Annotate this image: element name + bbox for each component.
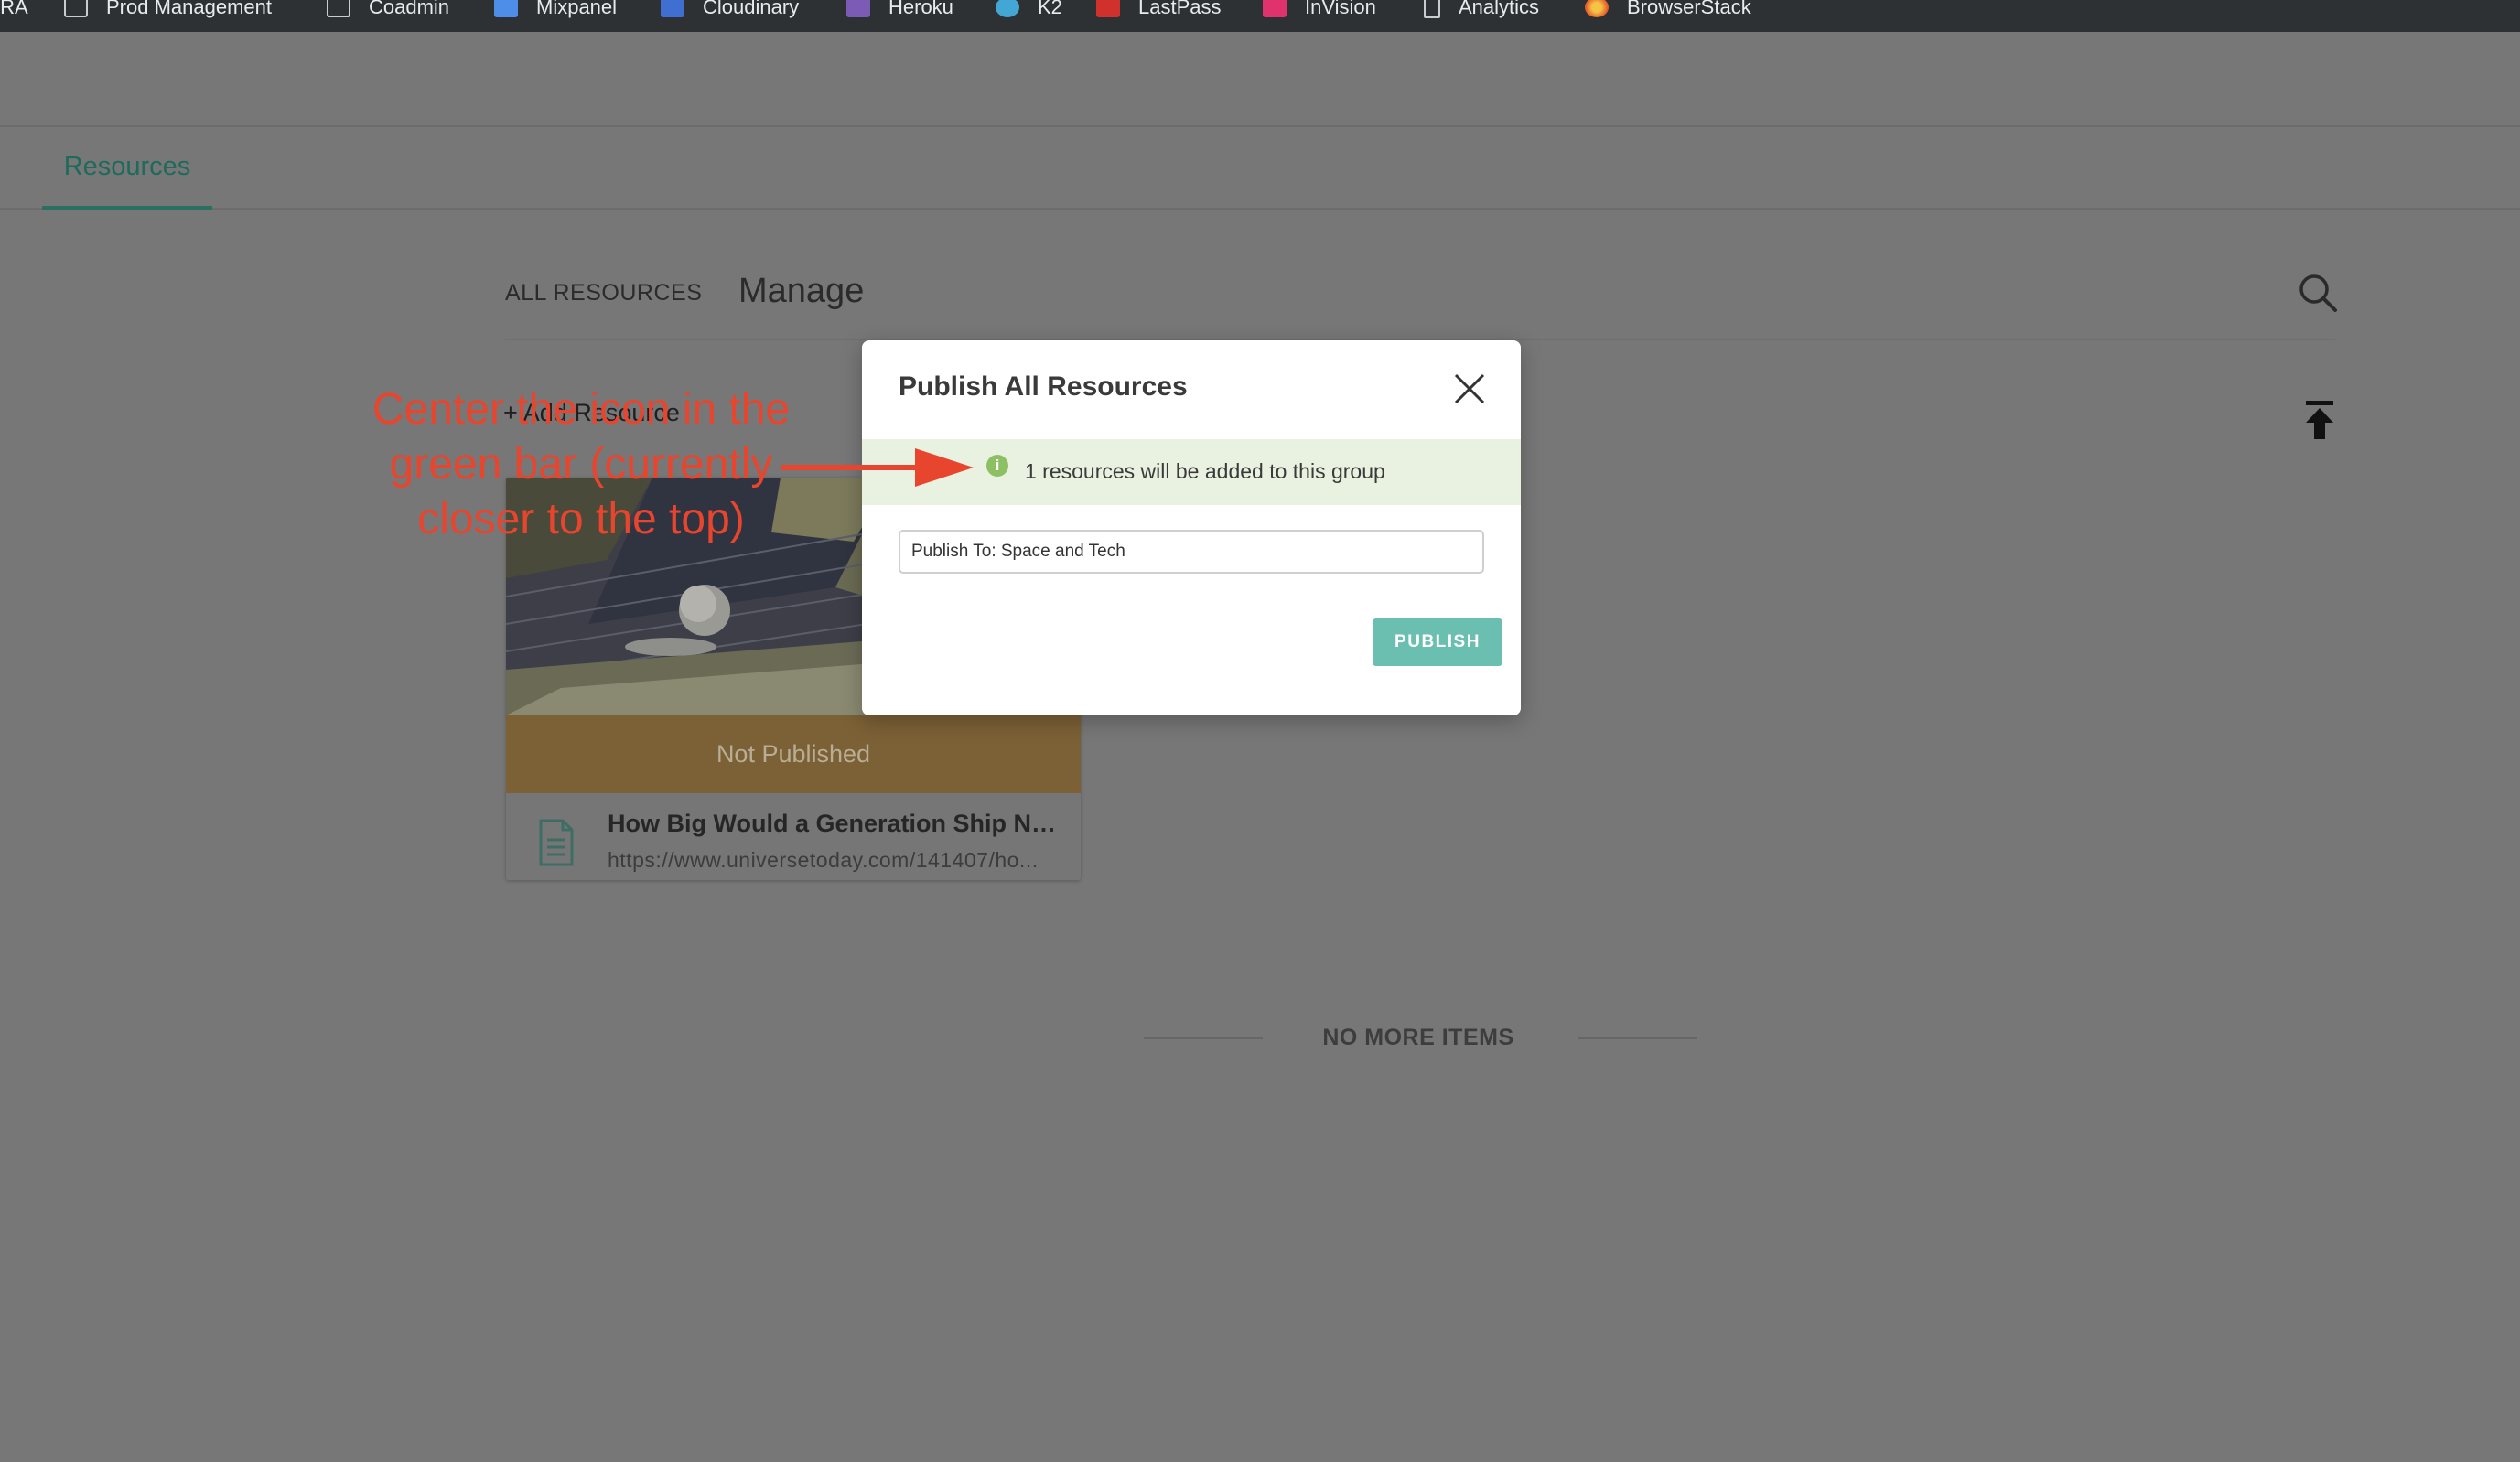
tab-resources[interactable]: Resources bbox=[42, 129, 212, 210]
divider bbox=[1578, 1037, 1697, 1039]
bookmark-label: Analytics bbox=[1459, 0, 1540, 18]
bookmark-label: Cloudinary bbox=[703, 0, 800, 18]
mixpanel-icon bbox=[494, 0, 518, 17]
status-badge: Not Published bbox=[506, 715, 1081, 793]
bookmark-analytics[interactable]: Analytics bbox=[1424, 0, 1539, 21]
heroku-icon bbox=[846, 0, 870, 17]
bookmark-ira[interactable]: IRA bbox=[0, 0, 28, 21]
page-title: Manage bbox=[738, 272, 865, 310]
publish-dialog: Publish All Resources i 1 resources will… bbox=[862, 340, 1521, 715]
bookmark-browserstack[interactable]: BrowserStack bbox=[1585, 0, 1751, 21]
info-icon: i bbox=[986, 455, 1008, 477]
browserstack-icon bbox=[1585, 0, 1609, 17]
bookmark-cloudinary[interactable]: Cloudinary bbox=[661, 0, 799, 21]
bookmark-label: Mixpanel bbox=[536, 0, 618, 18]
bookmark-invision[interactable]: InVision bbox=[1263, 0, 1376, 21]
invision-icon bbox=[1263, 0, 1287, 17]
bookmark-label: Coadmin bbox=[369, 0, 450, 18]
bookmark-label: Prod Management bbox=[106, 0, 272, 18]
bookmark-label: BrowserStack bbox=[1627, 0, 1751, 18]
resource-title[interactable]: How Big Would a Generation Ship Ne... bbox=[608, 810, 1065, 838]
app-header bbox=[0, 32, 2520, 127]
arrow-right-icon bbox=[781, 448, 974, 487]
bookmark-heroku[interactable]: Heroku bbox=[846, 0, 953, 21]
info-message: 1 resources will be added to this group bbox=[1025, 459, 1385, 483]
close-icon[interactable] bbox=[1453, 372, 1486, 405]
publish-button[interactable]: PUBLISH bbox=[1373, 618, 1502, 666]
cloudinary-icon bbox=[661, 0, 684, 17]
bookmark-label: LastPass bbox=[1138, 0, 1222, 18]
publish-to-field[interactable]: Publish To: Space and Tech bbox=[899, 530, 1484, 574]
bookmark-prod-management[interactable]: Prod Management bbox=[64, 0, 272, 21]
folder-icon bbox=[64, 0, 88, 17]
document-icon bbox=[1424, 0, 1440, 18]
lastpass-icon bbox=[1096, 0, 1120, 17]
bookmark-label: Heroku bbox=[888, 0, 953, 18]
tab-bar: Resources bbox=[0, 129, 2520, 210]
dialog-title: Publish All Resources bbox=[899, 371, 1188, 402]
end-of-list: NO MORE ITEMS bbox=[1144, 1025, 1697, 1061]
folder-icon bbox=[327, 0, 350, 17]
breadcrumb-all-resources[interactable]: ALL RESOURCES bbox=[505, 280, 702, 306]
k2-icon bbox=[996, 0, 1019, 17]
bookmark-k2[interactable]: K2 bbox=[996, 0, 1062, 21]
resource-url[interactable]: https://www.universetoday.com/141407/ho.… bbox=[608, 848, 1065, 873]
upload-to-top-icon[interactable] bbox=[2304, 401, 2335, 439]
bookmark-mixpanel[interactable]: Mixpanel bbox=[494, 0, 617, 21]
bookmark-lastpass[interactable]: LastPass bbox=[1096, 0, 1222, 21]
bookmark-label: InVision bbox=[1305, 0, 1376, 18]
card-body: How Big Would a Generation Ship Ne... ht… bbox=[506, 793, 1081, 880]
bookmark-label: K2 bbox=[1038, 0, 1062, 18]
annotation-note: Center the icon in the green bar (curren… bbox=[372, 385, 791, 543]
document-icon bbox=[539, 819, 574, 866]
bookmarks-bar: IRA Prod Management Coadmin Mixpanel Clo… bbox=[0, 0, 2520, 32]
bookmark-coadmin[interactable]: Coadmin bbox=[327, 0, 449, 21]
search-icon[interactable] bbox=[2297, 272, 2339, 314]
bookmark-label: IRA bbox=[0, 0, 28, 18]
